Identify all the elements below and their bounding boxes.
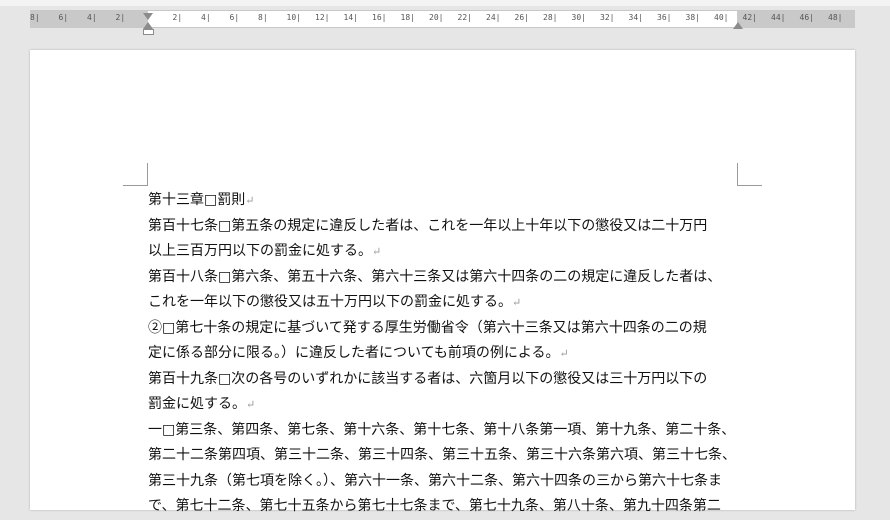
paragraph-mark-icon: ↵	[246, 398, 256, 411]
text-line[interactable]: ②□第七十条の規定に基づいて発する厚生労働省令（第六十三条又は第六十四条の二の規	[148, 316, 743, 342]
paragraph-mark-icon: ↵	[559, 347, 569, 360]
ruler-tick-label: 26|	[514, 13, 529, 22]
horizontal-ruler[interactable]: 8| 6| 4| 2| 2| 4| 6| 8| 10| 12| 14| 16| 18| 20| 22| 24|…	[30, 10, 855, 28]
ruler-tick-label: 2|	[115, 13, 126, 22]
hanging-indent-marker[interactable]	[143, 22, 153, 29]
ruler-tick-label: 38|	[685, 13, 700, 22]
ruler-tick-label: 48|	[828, 13, 843, 22]
ruler-tick-label: 2|	[172, 13, 183, 22]
ruler-tick-label: 42|	[742, 13, 757, 22]
ruler-tick-label: 30|	[571, 13, 586, 22]
ruler-tick-label: 24|	[486, 13, 501, 22]
ruler-tick-label: 16|	[372, 13, 387, 22]
margin-corner-top-right	[737, 163, 738, 185]
paragraph-mark-icon: ↵	[372, 245, 382, 258]
ruler-tick-label: 34|	[628, 13, 643, 22]
ruler-tick-label: 12|	[315, 13, 330, 22]
ruler-tick-label: 22|	[457, 13, 472, 22]
horizontal-ruler-area: 8| 6| 4| 2| 2| 4| 6| 8| 10| 12| 14| 16| 18| 20| 22| 24|…	[0, 6, 890, 35]
text-line[interactable]: 第百十九条□次の各号のいずれかに該当する者は、六箇月以下の懲役又は三十万円以下の	[148, 367, 743, 393]
paragraph-mark-icon: ↵	[245, 194, 255, 207]
ruler-tick-label: 6|	[229, 13, 240, 22]
document-page[interactable]: 第十三章□罰則↵ 第百十七条□第五条の規定に違反した者は、これを一年以上十年以下…	[30, 50, 855, 514]
text-line[interactable]: で、第七十二条、第七十五条から第七十七条まで、第七十九条、第八十条、第九十四条第…	[148, 494, 743, 520]
ruler-tick-label: 44|	[771, 13, 786, 22]
text-line[interactable]: 第三十九条（第七項を除く。）、第六十一条、第六十二条、第六十四条の三から第六十七…	[148, 469, 743, 495]
ruler-tick-label: 28|	[543, 13, 558, 22]
ruler-tick-label: 32|	[600, 13, 615, 22]
first-line-indent-marker[interactable]	[143, 13, 153, 20]
ruler-tick-label: 4|	[201, 13, 211, 22]
ruler-tick-label: 14|	[343, 13, 358, 22]
ruler-tick-label: 6|	[58, 13, 69, 22]
heading-line[interactable]: 第十三章□罰則↵	[148, 188, 743, 214]
paragraph-mark-icon: ↵	[512, 296, 522, 309]
ruler-tick-label: 18|	[400, 13, 415, 22]
ruler-tick-label: 46|	[799, 13, 814, 22]
right-indent-marker[interactable]	[733, 22, 743, 29]
text-line[interactable]: 以上三百万円以下の罰金に処する。↵	[148, 239, 743, 265]
ruler-tick-label: 20|	[429, 13, 444, 22]
document-body[interactable]: 第十三章□罰則↵ 第百十七条□第五条の規定に違反した者は、これを一年以上十年以下…	[148, 188, 743, 520]
ruler-tick-label: 36|	[657, 13, 672, 22]
text-line[interactable]: 罰金に処する。↵	[148, 392, 743, 418]
text-line[interactable]: これを一年以下の懲役又は五十万円以下の罰金に処する。↵	[148, 290, 743, 316]
ruler-tick-label: 8|	[30, 13, 40, 22]
text-line[interactable]: 定に係る部分に限る。）に違反した者についても前項の例による。↵	[148, 341, 743, 367]
ruler-tick-label: 4|	[87, 13, 97, 22]
text-line[interactable]: 一□第三条、第四条、第七条、第十六条、第十七条、第十八条第一項、第十九条、第二十…	[148, 418, 743, 444]
ruler-tick-label: 10|	[286, 13, 301, 22]
text-line[interactable]: 第百十八条□第六条、第五十六条、第六十三条又は第六十四条の二の規定に違反した者は…	[148, 265, 743, 291]
margin-corner-top-left	[147, 163, 148, 185]
text-line[interactable]: 第百十七条□第五条の規定に違反した者は、これを一年以上十年以下の懲役又は二十万円	[148, 214, 743, 240]
ruler-tick-label: 8|	[258, 13, 268, 22]
margin-corner-top-left-h	[123, 185, 148, 186]
ruler-tick-label: 40|	[714, 13, 729, 22]
text-line[interactable]: 第二十二条第四項、第三十二条、第三十四条、第三十五条、第三十六条第六項、第三十七…	[148, 443, 743, 469]
left-indent-marker[interactable]	[143, 29, 154, 35]
margin-corner-top-right-h	[737, 185, 762, 186]
